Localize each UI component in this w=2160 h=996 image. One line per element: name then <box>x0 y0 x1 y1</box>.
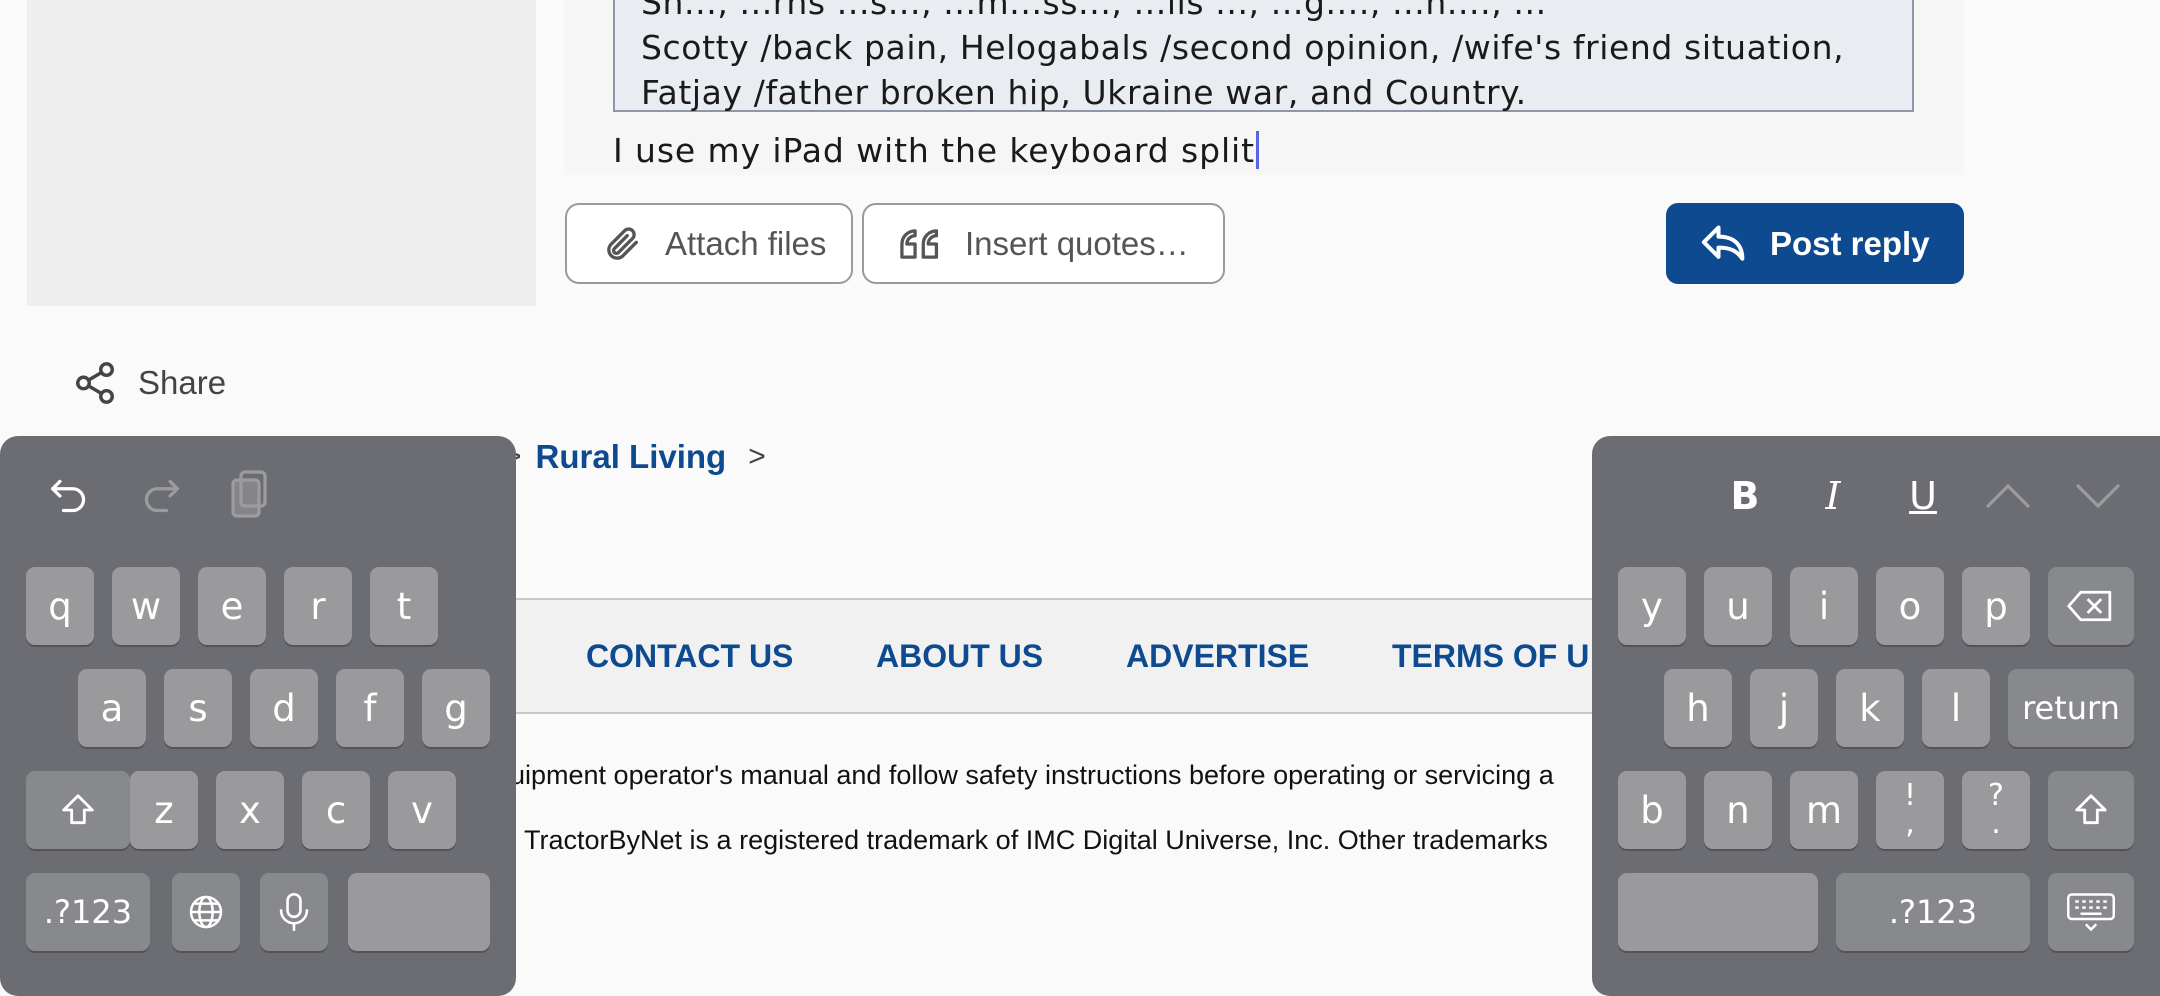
dictation-key[interactable] <box>260 873 328 951</box>
key-r[interactable]: r <box>284 567 352 645</box>
trademark-notice: | TractorByNet is a registered trademark… <box>510 825 1548 855</box>
key-bottom-char: , <box>1905 806 1915 841</box>
share-icon <box>76 362 114 404</box>
italic-button[interactable]: I <box>1808 466 1858 526</box>
keyboard-icon <box>2067 893 2115 932</box>
shift-icon <box>2075 794 2107 825</box>
globe-key[interactable] <box>172 873 240 951</box>
quote-icon <box>900 228 939 259</box>
shift-icon <box>62 794 94 825</box>
microphone-icon <box>279 892 309 932</box>
chevron-down-icon[interactable] <box>2068 466 2128 526</box>
key-o[interactable]: o <box>1876 567 1944 645</box>
key-a[interactable]: a <box>78 669 146 747</box>
return-key[interactable]: return <box>2008 669 2134 747</box>
key-c[interactable]: c <box>302 771 370 849</box>
key-b[interactable]: b <box>1618 771 1686 849</box>
shift-key-right[interactable] <box>2048 771 2134 849</box>
footer-link-contact[interactable]: CONTACT US <box>586 638 793 675</box>
key-question-period[interactable]: ? . <box>1962 771 2030 849</box>
bold-button[interactable]: B <box>1720 466 1770 526</box>
key-p[interactable]: p <box>1962 567 2030 645</box>
insert-quotes-label: Insert quotes… <box>965 224 1189 262</box>
space-key-left[interactable] <box>348 873 490 951</box>
post-reply-button[interactable]: Post reply <box>1666 203 1964 284</box>
redo-icon[interactable] <box>136 466 186 526</box>
paperclip-icon <box>607 226 638 260</box>
globe-icon <box>189 895 223 929</box>
keyboard-left-half: q w e r t a s d f g z x c v .?123 <box>0 436 516 996</box>
key-f[interactable]: f <box>336 669 404 747</box>
keyboard-right-half: B I U y u i o p h j k l return b n m ! ,… <box>1592 436 2160 996</box>
chevron-right-icon: > <box>748 440 766 473</box>
key-s[interactable]: s <box>164 669 232 747</box>
insert-quotes-button[interactable]: Insert quotes… <box>862 203 1225 284</box>
key-z[interactable]: z <box>130 771 198 849</box>
key-m[interactable]: m <box>1790 771 1858 849</box>
typed-text: I use my iPad with the keyboard split <box>613 131 1255 170</box>
key-e[interactable]: e <box>198 567 266 645</box>
key-exclaim-comma[interactable]: ! , <box>1876 771 1944 849</box>
key-h[interactable]: h <box>1664 669 1732 747</box>
footer-link-terms[interactable]: TERMS OF U <box>1392 638 1589 675</box>
keyboard-dismiss-key[interactable] <box>2048 873 2134 951</box>
breadcrumb: > Rural Living > <box>504 438 766 476</box>
backspace-icon <box>2067 590 2112 622</box>
quote-line: Fatjay /father broken hip, Ukraine war, … <box>641 73 1527 112</box>
key-v[interactable]: v <box>388 771 456 849</box>
undo-icon[interactable] <box>44 466 94 526</box>
editor-text[interactable]: I use my iPad with the keyboard split <box>613 131 1259 170</box>
key-k[interactable]: k <box>1836 669 1904 747</box>
key-t[interactable]: t <box>370 567 438 645</box>
reply-icon <box>1701 224 1745 261</box>
key-g[interactable]: g <box>422 669 490 747</box>
paste-icon[interactable] <box>226 464 272 524</box>
quote-line: Scotty /back pain, Helogabals /second op… <box>641 28 1845 67</box>
delete-key[interactable] <box>2048 567 2134 645</box>
key-x[interactable]: x <box>216 771 284 849</box>
key-i[interactable]: i <box>1790 567 1858 645</box>
key-y[interactable]: y <box>1618 567 1686 645</box>
space-key-right[interactable] <box>1618 873 1818 951</box>
key-bottom-char: . <box>1991 806 2001 841</box>
footer-link-advertise[interactable]: ADVERTISE <box>1126 638 1309 675</box>
breadcrumb-item-rural-living[interactable]: Rural Living <box>536 438 727 476</box>
sidebar-panel <box>27 0 536 306</box>
key-j[interactable]: j <box>1750 669 1818 747</box>
post-reply-label: Post reply <box>1770 224 1930 262</box>
key-u[interactable]: u <box>1704 567 1772 645</box>
attach-files-button[interactable]: Attach files <box>565 203 853 284</box>
numbers-key-right[interactable]: .?123 <box>1836 873 2030 951</box>
chevron-up-icon[interactable] <box>1978 466 2038 526</box>
key-d[interactable]: d <box>250 669 318 747</box>
key-l[interactable]: l <box>1922 669 1990 747</box>
key-w[interactable]: w <box>112 567 180 645</box>
quoted-block: Sn..., ...rns ...s..., ...m...ss..., ...… <box>613 0 1914 112</box>
quote-line: Sn..., ...rns ...s..., ...m...ss..., ...… <box>641 0 1547 22</box>
footer-link-about[interactable]: ABOUT US <box>876 638 1043 675</box>
key-n[interactable]: n <box>1704 771 1772 849</box>
shift-key[interactable] <box>26 771 130 849</box>
share-link[interactable]: Share <box>72 360 226 406</box>
safety-notice: uipment operator's manual and follow saf… <box>510 760 1554 790</box>
share-label: Share <box>138 364 227 401</box>
attach-files-label: Attach files <box>665 224 827 262</box>
underline-button[interactable]: U <box>1898 466 1948 526</box>
key-q[interactable]: q <box>26 567 94 645</box>
numbers-key[interactable]: .?123 <box>26 873 150 951</box>
text-caret <box>1255 131 1259 169</box>
